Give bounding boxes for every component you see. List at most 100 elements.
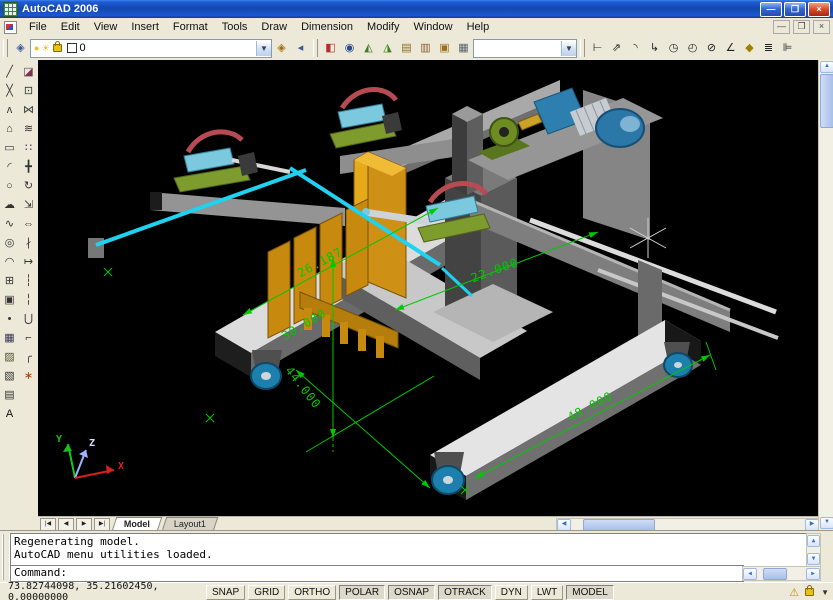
mtext-icon[interactable]: A [0, 405, 19, 424]
rotate-icon[interactable]: ↻ [19, 177, 38, 196]
radius-dimension-icon[interactable]: ◷ [664, 39, 683, 57]
communication-center-icon[interactable]: ⚠ [789, 586, 799, 599]
extend-icon[interactable]: ↦ [19, 253, 38, 272]
scroll-right-icon[interactable]: ▶ [806, 568, 820, 580]
status-toggle-lwt[interactable]: LWT [531, 585, 563, 600]
status-toggle-osnap[interactable]: OSNAP [388, 585, 435, 600]
ellipse-arc-icon[interactable]: ◠ [0, 253, 19, 272]
quick-dimension-icon[interactable]: ◆ [740, 39, 759, 57]
join-icon[interactable]: ⋃ [19, 310, 38, 329]
drawing-canvas[interactable]: 26.187 30.000 22.000 44.000 48.000 Y Z [38, 60, 818, 516]
stretch-icon[interactable]: ⇔ [19, 215, 38, 234]
mdi-minimize-button[interactable]: — [773, 20, 790, 34]
status-toggle-grid[interactable]: GRID [248, 585, 285, 600]
toolbar-grip[interactable] [580, 39, 585, 57]
tab-nav-first-icon[interactable]: |◀ [40, 518, 56, 531]
publish-icon[interactable]: ◮ [378, 39, 397, 57]
mirror-icon[interactable]: ⋈ [19, 101, 38, 120]
array-icon[interactable]: ∷ [19, 139, 38, 158]
construction-line-icon[interactable]: ╳ [0, 82, 19, 101]
explode-icon[interactable]: ∗ [19, 367, 38, 386]
dim-style-combo[interactable]: ▼ [473, 39, 577, 58]
region-icon[interactable]: ▧ [0, 367, 19, 386]
arc-length-dimension-icon[interactable]: ◝ [626, 39, 645, 57]
title-bar[interactable]: AutoCAD 2006 — ❐ × [0, 0, 833, 18]
minimize-button[interactable]: — [760, 2, 782, 17]
lock-icon[interactable] [53, 44, 62, 52]
tab-nav-next-icon[interactable]: ▶ [76, 518, 92, 531]
layer-combo[interactable]: ● ☀ 0 ▼ [30, 39, 272, 58]
match-properties-icon[interactable]: ◧ [321, 39, 340, 57]
insert-block-icon[interactable]: ⊞ [0, 272, 19, 291]
rectangle-icon[interactable]: ▭ [0, 139, 19, 158]
menu-item-draw[interactable]: Draw [254, 19, 294, 35]
tray-dropdown-icon[interactable]: ▼ [821, 588, 829, 597]
make-block-icon[interactable]: ▣ [0, 291, 19, 310]
layer-color-swatch[interactable] [67, 43, 77, 53]
move-icon[interactable]: ╋ [19, 158, 38, 177]
spline-icon[interactable]: ∿ [0, 215, 19, 234]
drawing-file-icon[interactable] [4, 21, 17, 34]
gradient-icon[interactable]: ▨ [0, 348, 19, 367]
toolbar-grip[interactable] [313, 39, 318, 57]
mdi-close-button[interactable]: × [813, 20, 830, 34]
close-button[interactable]: × [808, 2, 830, 17]
command-horizontal-scrollbar[interactable]: ◀ ▶ [742, 566, 821, 581]
line-icon[interactable]: ╱ [0, 63, 19, 82]
continue-dimension-icon[interactable]: ⊫ [778, 39, 797, 57]
scale-icon[interactable]: ⇲ [19, 196, 38, 215]
menu-item-dimension[interactable]: Dimension [294, 19, 360, 35]
make-object-layer-current-icon[interactable]: ◈ [272, 39, 291, 57]
menu-item-insert[interactable]: Insert [124, 19, 166, 35]
trim-icon[interactable]: ∤ [19, 234, 38, 253]
scroll-left-icon[interactable]: ◀ [743, 568, 757, 580]
toolbar-lock-icon[interactable] [805, 588, 814, 596]
bulb-icon[interactable]: ● [34, 43, 39, 53]
status-toggle-polar[interactable]: POLAR [339, 585, 385, 600]
circle-icon[interactable]: ○ [0, 177, 19, 196]
sheet-set-manager-icon[interactable]: ▤ [397, 39, 416, 57]
fillet-icon[interactable]: ╭ [19, 348, 38, 367]
mdi-restore-button[interactable]: ❐ [793, 20, 810, 34]
freeze-sun-icon[interactable]: ☀ [41, 43, 49, 54]
ordinate-dimension-icon[interactable]: ↳ [645, 39, 664, 57]
offset-icon[interactable]: ≋ [19, 120, 38, 139]
menu-item-help[interactable]: Help [460, 19, 497, 35]
tab-model[interactable]: Model [112, 517, 163, 531]
dim-style-dropdown[interactable]: ▼ [561, 41, 576, 56]
chamfer-icon[interactable]: ⌐ [19, 329, 38, 348]
etransmit-icon[interactable]: ◭ [359, 39, 378, 57]
menu-item-window[interactable]: Window [406, 19, 459, 35]
status-toggle-snap[interactable]: SNAP [206, 585, 245, 600]
scroll-up-icon[interactable]: ▲ [820, 61, 833, 73]
command-history[interactable]: Regenerating model. AutoCAD menu utiliti… [10, 533, 812, 567]
erase-icon[interactable]: ◪ [19, 63, 38, 82]
status-toggle-ortho[interactable]: ORTHO [288, 585, 336, 600]
menu-item-edit[interactable]: Edit [54, 19, 87, 35]
quick-select-icon[interactable]: ◉ [340, 39, 359, 57]
command-input-line[interactable]: Command: [10, 565, 744, 582]
scroll-up-icon[interactable]: ▲ [807, 535, 820, 547]
hatch-icon[interactable]: ▦ [0, 329, 19, 348]
scroll-down-icon[interactable]: ▼ [820, 517, 833, 529]
status-toggle-otrack[interactable]: OTRACK [438, 585, 492, 600]
menu-item-modify[interactable]: Modify [360, 19, 406, 35]
table-icon[interactable]: ▤ [0, 386, 19, 405]
menu-item-view[interactable]: View [87, 19, 125, 35]
polyline-icon[interactable]: ʌ [0, 101, 19, 120]
copy-icon[interactable]: ⊡ [19, 82, 38, 101]
arc-icon[interactable]: ◜ [0, 158, 19, 177]
block-editor-icon[interactable]: ▣ [435, 39, 454, 57]
layer-combo-dropdown[interactable]: ▼ [256, 41, 271, 56]
coordinate-readout[interactable]: 73.82744098, 35.21602450, 0.00000000 [0, 581, 206, 600]
linear-dimension-icon[interactable]: ⊢ [588, 39, 607, 57]
scroll-thumb[interactable] [820, 74, 833, 128]
menu-item-file[interactable]: File [22, 19, 54, 35]
baseline-dimension-icon[interactable]: ≣ [759, 39, 778, 57]
canvas-vertical-scrollbar[interactable]: ▲ ▼ [818, 60, 833, 530]
status-toggle-dyn[interactable]: DYN [495, 585, 528, 600]
menu-item-format[interactable]: Format [166, 19, 215, 35]
menu-item-tools[interactable]: Tools [215, 19, 255, 35]
tool-palettes-icon[interactable]: ▦ [454, 39, 473, 57]
scroll-thumb[interactable] [763, 568, 787, 580]
